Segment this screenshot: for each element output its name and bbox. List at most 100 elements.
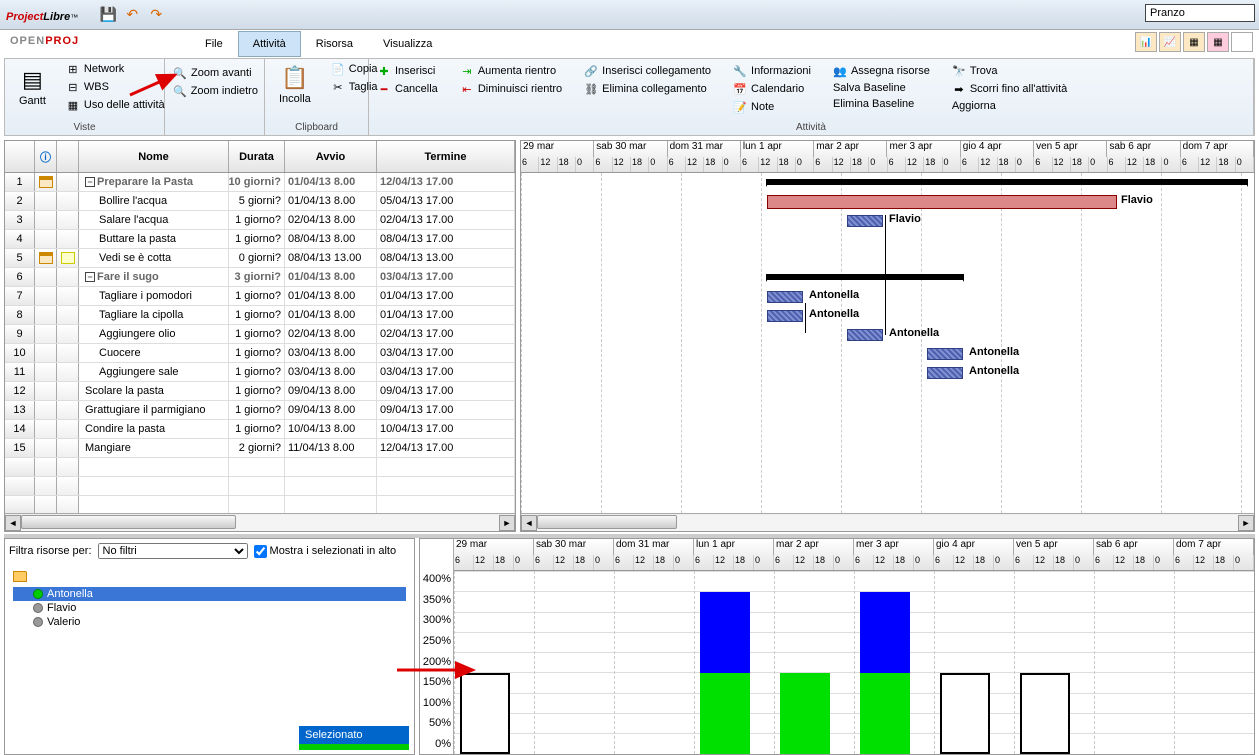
resource-item[interactable]: Valerio [13, 615, 406, 629]
view-blank-icon[interactable] [1231, 32, 1253, 52]
timeline-day: sab 30 mar [534, 539, 614, 555]
task-row[interactable]: 12Scolare la pasta1 giorno?09/04/13 8.00… [5, 382, 515, 401]
gantt-button[interactable]: ▤ Gantt [11, 61, 54, 113]
timeline-day: dom 7 apr [1174, 539, 1254, 555]
histogram-panel[interactable]: 400%350%300%250%200%150%100%50%0% 29 mar… [419, 538, 1255, 755]
link-button[interactable]: 🔗Inserisci collegamento [582, 63, 713, 79]
show-selected-checkbox[interactable]: Mostra i selezionati in alto [254, 545, 397, 558]
view-chart-icon[interactable]: 📊 [1135, 32, 1157, 52]
indent-button[interactable]: ⇥Aumenta rientro [458, 63, 564, 79]
tab-file[interactable]: File [190, 31, 238, 57]
col-rownum[interactable] [5, 141, 35, 172]
calendar-button[interactable]: 📅Calendario [731, 81, 813, 97]
update-button[interactable]: Aggiorna [950, 99, 1069, 113]
outdent-icon: ⇤ [460, 82, 474, 96]
gantt-label-ant-5: Antonella [969, 365, 1019, 377]
task-row[interactable]: 1−Preparare la Pasta10 giorni?01/04/13 8… [5, 173, 515, 192]
task-row[interactable]: 9Aggiungere olio1 giorno?02/04/13 8.0002… [5, 325, 515, 344]
scroll-to-button[interactable]: ➡Scorri fino all'attività [950, 81, 1069, 97]
delete-button[interactable]: ━Cancella [375, 81, 440, 97]
task-row[interactable]: 14Condire la pasta1 giorno?10/04/13 8.00… [5, 420, 515, 439]
gantt-hscroll[interactable]: ◄ ► [521, 513, 1254, 531]
task-row[interactable]: 13Grattugiare il parmigiano1 giorno?09/0… [5, 401, 515, 420]
task-row[interactable]: 4Buttare la pasta1 giorno?08/04/13 8.000… [5, 230, 515, 249]
timeline-day: ven 5 apr [1034, 141, 1107, 157]
calendar-indicator-icon [39, 252, 53, 264]
info-button[interactable]: 🔧Informazioni [731, 63, 813, 79]
gantt-chart[interactable]: 29 marsab 30 mardom 31 marlun 1 aprmar 2… [520, 140, 1255, 532]
alloc-bar [860, 673, 910, 754]
resource-item[interactable]: Antonella [13, 587, 406, 601]
yaxis-tick: 100% [422, 697, 451, 709]
task-hscroll[interactable]: ◄ ► [5, 513, 515, 531]
yaxis-tick: 50% [422, 717, 451, 729]
unlink-button[interactable]: ⛓Elimina collegamento [582, 81, 713, 97]
gantt-bar-3 [847, 215, 883, 227]
filter-select[interactable]: No filtri [98, 543, 248, 559]
assign-button[interactable]: 👥Assegna risorse [831, 63, 932, 79]
undo-button[interactable]: ↶ [122, 5, 142, 25]
timeline-day: mar 2 apr [814, 141, 887, 157]
col-finish[interactable]: Termine [377, 141, 515, 172]
col-start[interactable]: Avvio [285, 141, 377, 172]
col-info-icon[interactable]: ⓘ [35, 141, 57, 172]
task-row[interactable]: 7Tagliare i pomodori1 giorno?01/04/13 8.… [5, 287, 515, 306]
wbs-icon: ⊟ [66, 80, 80, 94]
save-button[interactable]: 💾 [98, 5, 118, 25]
goto-icon: ➡ [952, 82, 966, 96]
timeline-day: mer 3 apr [887, 141, 960, 157]
tab-visualizza[interactable]: Visualizza [368, 31, 447, 57]
gantt-bar-7 [767, 291, 803, 303]
uso-attivita-button[interactable]: ▦Uso delle attività [64, 97, 167, 113]
task-row[interactable]: 5Vedi se è cotta0 giorni?08/04/13 13.000… [5, 249, 515, 268]
find-button[interactable]: 🔭Trova [950, 63, 1069, 79]
outdent-button[interactable]: ⇤Diminuisci rientro [458, 81, 564, 97]
paste-icon: 📋 [281, 65, 308, 91]
note-indicator-icon [61, 252, 75, 264]
wbs-button[interactable]: ⊟WBS [64, 79, 167, 95]
task-row[interactable]: 6−Fare il sugo3 giorni?01/04/13 8.0003/0… [5, 268, 515, 287]
timeline-day: lun 1 apr [741, 141, 814, 157]
col-duration[interactable]: Durata [229, 141, 285, 172]
cut-icon: ✂ [331, 80, 345, 94]
selection-legend: Selezionato [299, 726, 409, 750]
note-button[interactable]: 📝Note [731, 99, 813, 115]
gantt-summary-6 [767, 274, 963, 280]
copy-icon: 📄 [331, 62, 345, 76]
task-table[interactable]: ⓘ Nome Durata Avvio Termine 1−Preparare … [4, 140, 516, 532]
view-resuse-icon[interactable]: ▦ [1207, 32, 1229, 52]
tab-risorsa[interactable]: Risorsa [301, 31, 368, 57]
usage-icon: ▦ [66, 98, 80, 112]
network-button[interactable]: ⊞Network [64, 61, 167, 77]
view-tracking-icon[interactable]: 📈 [1159, 32, 1181, 52]
insert-button[interactable]: ✚Inserisci [375, 63, 440, 79]
status-dot-icon [33, 589, 43, 599]
plus-icon: ✚ [377, 64, 391, 78]
gantt-bar-11 [927, 367, 963, 379]
task-row[interactable]: 11Aggiungere sale1 giorno?03/04/13 8.000… [5, 363, 515, 382]
capacity-bar [460, 673, 510, 754]
resource-item[interactable]: Flavio [13, 601, 406, 615]
task-row[interactable]: 10Cuocere1 giorno?03/04/13 8.0003/04/13 … [5, 344, 515, 363]
task-row[interactable]: 2Bollire l'acqua5 giorni?01/04/13 8.0005… [5, 192, 515, 211]
resource-tree[interactable]: AntonellaFlavioValerio [9, 565, 410, 750]
zoom-out-button[interactable]: 🔍Zoom indietro [171, 83, 258, 99]
zoom-in-button[interactable]: 🔍Zoom avanti [171, 65, 258, 81]
view-mode-icons: 📊 📈 ▦ ▦ [1135, 32, 1253, 52]
save-baseline-button[interactable]: Salva Baseline [831, 81, 932, 95]
gantt-bar-9 [847, 329, 883, 341]
col-name[interactable]: Nome [79, 141, 229, 172]
assign-icon: 👥 [833, 64, 847, 78]
task-row[interactable]: 15Mangiare2 giorni?11/04/13 8.0012/04/13… [5, 439, 515, 458]
project-name-field[interactable] [1145, 4, 1255, 22]
redo-button[interactable]: ↷ [146, 5, 166, 25]
col-indicator[interactable] [57, 141, 79, 172]
task-row[interactable]: 8Tagliare la cipolla1 giorno?01/04/13 8.… [5, 306, 515, 325]
wrench-icon: 🔧 [733, 64, 747, 78]
timeline-day: dom 31 mar [668, 141, 741, 157]
del-baseline-button[interactable]: Elimina Baseline [831, 97, 932, 111]
view-usage-icon[interactable]: ▦ [1183, 32, 1205, 52]
tab-attivita[interactable]: Attività [238, 31, 301, 57]
paste-button[interactable]: 📋 Incolla [271, 61, 319, 109]
task-row[interactable]: 3Salare l'acqua1 giorno?02/04/13 8.0002/… [5, 211, 515, 230]
